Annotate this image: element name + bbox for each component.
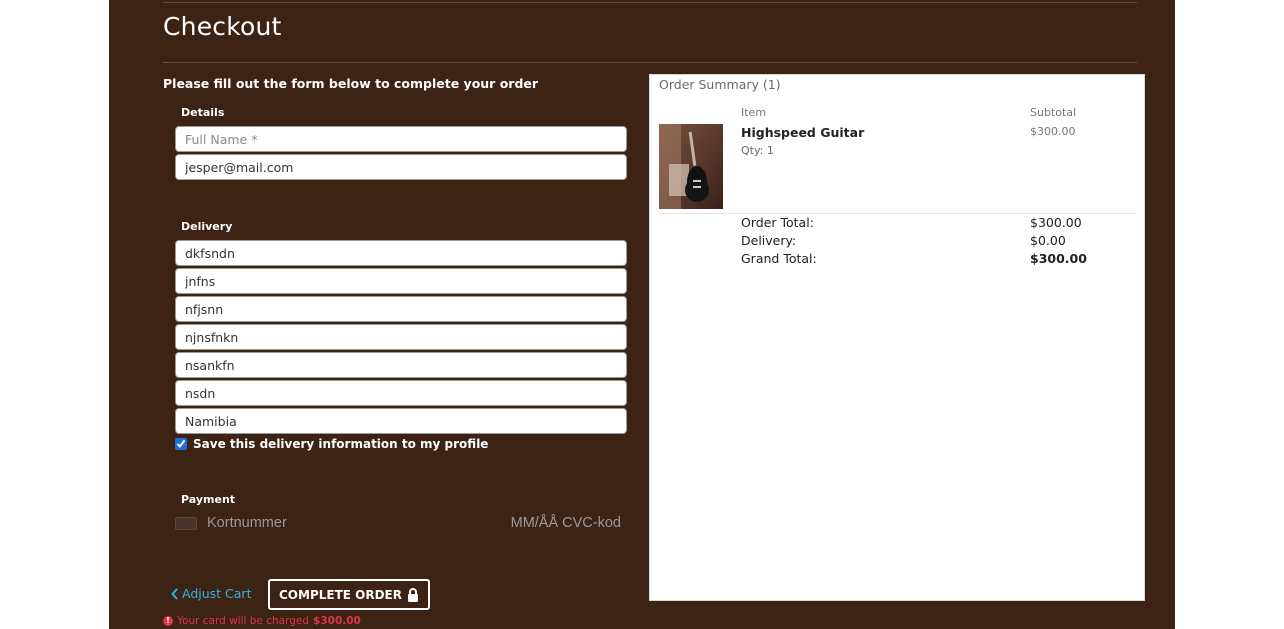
product-qty: Qty: 1 xyxy=(741,144,774,157)
delivery-field-2[interactable] xyxy=(175,268,627,294)
delivery-field-3[interactable] xyxy=(175,296,627,322)
delivery-field-5[interactable] xyxy=(175,352,627,378)
order-summary-title: Order Summary (1) xyxy=(659,77,781,92)
delivery-legend: Delivery xyxy=(181,220,233,233)
details-legend: Details xyxy=(181,106,225,119)
charge-amount: $300.00 xyxy=(313,615,361,627)
delivery-value: $0.00 xyxy=(1030,233,1066,248)
credit-card-icon xyxy=(175,516,197,530)
grand-total-value: $300.00 xyxy=(1030,251,1087,266)
product-image[interactable] xyxy=(659,124,723,209)
product-subtotal: $300.00 xyxy=(1030,125,1076,138)
item-column-header: Item xyxy=(741,106,767,119)
country-field[interactable] xyxy=(175,408,627,434)
charge-note-text: Your card will be charged xyxy=(177,615,310,627)
delivery-field-1[interactable] xyxy=(175,240,627,266)
email-field[interactable] xyxy=(175,154,627,180)
delivery-label: Delivery: xyxy=(741,233,797,248)
subtotal-column-header: Subtotal xyxy=(1030,106,1077,119)
product-name[interactable]: Highspeed Guitar xyxy=(741,125,864,140)
full-name-field[interactable] xyxy=(175,126,627,152)
save-info-label: Save this delivery information to my pro… xyxy=(193,437,489,451)
order-summary: Order Summary (1) Item Subtotal Highspee… xyxy=(649,74,1145,601)
order-total-label: Order Total: xyxy=(741,215,814,230)
adjust-cart-label: Adjust Cart xyxy=(182,586,252,601)
save-info-row[interactable]: Save this delivery information to my pro… xyxy=(175,437,488,451)
expiry-cvc-input[interactable]: MM/ÅÅ CVC-kod xyxy=(511,515,621,531)
order-total-value: $300.00 xyxy=(1030,215,1082,230)
delivery-field-4[interactable] xyxy=(175,324,627,350)
payment-legend: Payment xyxy=(181,493,236,506)
complete-order-label: COMPLETE ORDER xyxy=(279,587,402,602)
grand-total-label: Grand Total: xyxy=(741,251,817,266)
summary-divider xyxy=(659,213,1137,214)
card-number-input[interactable]: Kortnummer xyxy=(207,515,511,531)
save-info-checkbox[interactable] xyxy=(175,438,187,450)
card-element[interactable]: Kortnummer MM/ÅÅ CVC-kod xyxy=(175,512,621,534)
adjust-cart-link[interactable]: Adjust Cart xyxy=(171,586,251,601)
charge-note: ! Your card will be charged $300.00 xyxy=(163,615,361,627)
form-intro: Please fill out the form below to comple… xyxy=(163,76,539,91)
delivery-field-6[interactable] xyxy=(175,380,627,406)
chevron-left-icon xyxy=(171,587,178,600)
page-title: Checkout xyxy=(163,12,282,41)
lock-icon xyxy=(408,587,418,602)
alert-circle-icon: ! xyxy=(163,616,173,626)
title-divider xyxy=(163,62,1137,63)
complete-order-button[interactable]: COMPLETE ORDER xyxy=(268,579,430,610)
top-divider xyxy=(163,2,1137,3)
